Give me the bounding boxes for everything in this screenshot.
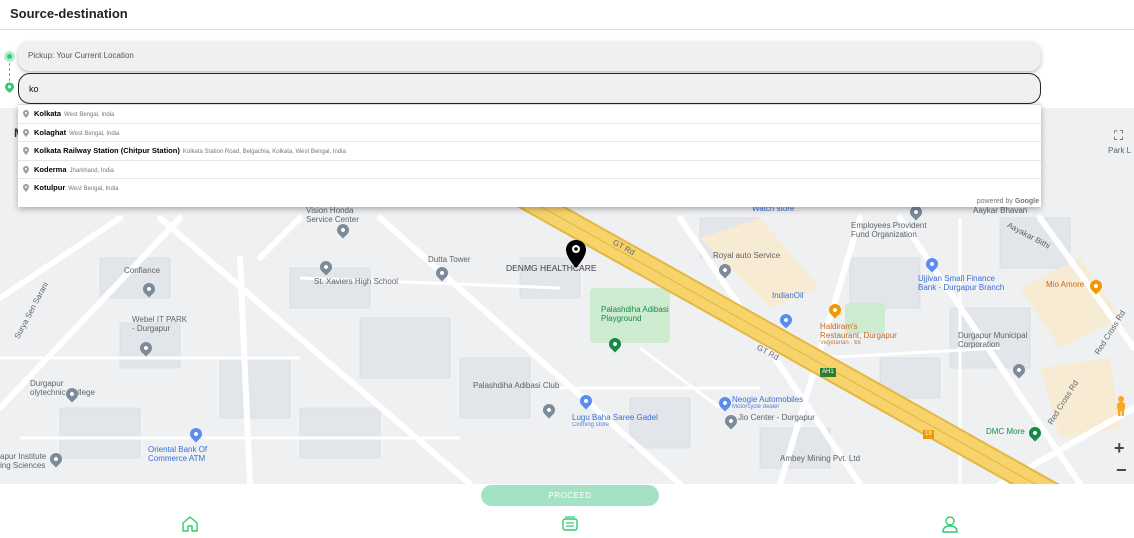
place-neogie-automobiles[interactable]: Neogie Automobiles Motorcycle dealer <box>732 395 803 411</box>
suggestion-item[interactable]: Kolaghat West Bengal, India <box>18 124 1041 142</box>
place-epfo[interactable]: Employees Provident Fund Organization <box>851 221 927 239</box>
autocomplete-suggestions: Kolkata West Bengal, India Kolaghat West B… <box>18 104 1041 207</box>
park-label: Park L <box>1108 146 1132 155</box>
place-dmc-more[interactable]: DMC More <box>986 427 1025 436</box>
pickup-dot-icon <box>4 51 15 62</box>
zoom-out-button[interactable]: − <box>1116 460 1127 481</box>
place-dutta-tower[interactable]: Dutta Tower <box>428 255 471 264</box>
place-durgapur-polytechnic[interactable]: Durgapur olytechnic College <box>30 379 95 397</box>
place-institute[interactable]: apur Institute ing Sciences <box>0 452 46 470</box>
place-st-xaviers[interactable]: St. Xaviers High School <box>314 277 398 286</box>
location-pin-icon <box>23 147 29 155</box>
orders-icon[interactable] <box>560 514 580 534</box>
suggestion-item[interactable]: Kolkata West Bengal, India <box>18 105 1041 124</box>
location-pin-icon <box>23 110 29 118</box>
place-webel-it-park[interactable]: Webel IT PARK - Durgapur <box>132 315 187 333</box>
place-lugu-baha[interactable]: Lugu Baha Saree Gadel Clothing store <box>572 413 658 429</box>
place-indianoil[interactable]: IndianOil <box>772 291 804 300</box>
place-aaykar-bhavan[interactable]: Aaykar Bhavan <box>973 206 1027 215</box>
place-ambey-mining[interactable]: Ambey Mining Pvt. Ltd <box>780 454 860 463</box>
profile-icon[interactable] <box>940 514 960 534</box>
place-mio-amore[interactable]: Mio Amore <box>1046 280 1084 289</box>
location-pin-icon <box>23 165 29 174</box>
place-durgapur-municipal[interactable]: Durgapur Municipal Corporation <box>958 331 1027 349</box>
suggestion-item[interactable]: Koderma Jharkhand, India <box>18 161 1041 179</box>
location-marker-icon[interactable] <box>565 239 587 269</box>
place-confiance[interactable]: Confiance <box>124 266 160 275</box>
place-royal-auto-service[interactable]: Royal auto Service <box>713 251 780 260</box>
app-header: Source-destination <box>0 0 1134 30</box>
pickup-field[interactable]: Pickup: Your Current Location <box>18 41 1041 71</box>
route-connector-line <box>9 63 10 81</box>
nh19-shield: 19 <box>923 430 934 439</box>
place-oriental-bank-atm[interactable]: Oriental Bank Of Commerce ATM <box>148 445 207 463</box>
place-vision-honda[interactable]: Vision Honda Service Center <box>306 206 359 224</box>
place-palashdiha-club[interactable]: Palashdiha Adibasi Club <box>473 381 559 390</box>
suggestion-item[interactable]: Kolkata Railway Station (Chitpur Station… <box>18 142 1041 161</box>
drop-pin-icon <box>5 82 14 93</box>
ah1-shield: AH1 <box>820 368 836 377</box>
place-jio-center[interactable]: Jio Center - Durgapur <box>738 413 815 422</box>
zoom-in-button[interactable]: + <box>1114 438 1125 459</box>
place-haldirams[interactable]: Haldiram's Restaurant, Durgapur Vegetari… <box>820 322 897 347</box>
suggestion-item[interactable]: Kotulpur West Bengal, India <box>18 179 1041 198</box>
street-view-pegman-icon[interactable] <box>1113 395 1129 417</box>
location-pin-icon <box>23 184 29 192</box>
place-ujjivan-bank[interactable]: Ujjivan Small Finance Bank - Durgapur Br… <box>918 274 1004 292</box>
page-title: Source-destination <box>10 6 128 21</box>
proceed-button[interactable]: PROCEED <box>481 485 659 506</box>
drop-location-input[interactable] <box>18 73 1041 104</box>
place-palashdiha-playground[interactable]: Palashdiha Adibasi Playground <box>601 305 669 323</box>
location-pin-icon <box>23 128 29 137</box>
fullscreen-icon[interactable]: ⛶ <box>1114 128 1130 144</box>
powered-by-google: powered by Google <box>976 198 1039 205</box>
home-icon[interactable] <box>180 514 200 534</box>
app-root: Source-destination Park L GT Rd GT Rd Su… <box>0 0 1134 538</box>
